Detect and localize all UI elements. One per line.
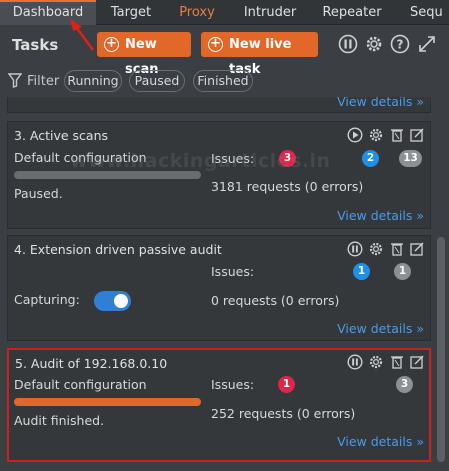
trash-icon <box>391 356 403 369</box>
page-title: Tasks <box>12 36 59 54</box>
task-card: View details » <box>7 97 431 113</box>
progress-bar <box>14 171 201 179</box>
task-card: 3. Active scans Default configuration Pa… <box>7 121 431 229</box>
gear-icon <box>369 128 383 142</box>
info-issues-badge: 13 <box>399 150 422 167</box>
issues-label: Issues: <box>211 151 255 166</box>
filter-icon <box>8 73 22 88</box>
high-issues-badge: 1 <box>278 376 295 393</box>
task-status: Paused. <box>14 186 63 201</box>
filter-label: Filter <box>27 74 60 89</box>
task-title: 5. Audit of 192.168.0.10 <box>15 356 168 371</box>
scrollbar[interactable] <box>437 237 445 462</box>
filter-finished-chip[interactable]: Finished <box>193 70 253 92</box>
task-config: Default configuration <box>14 377 147 392</box>
trash-icon <box>391 243 403 256</box>
issues-label: Issues: <box>211 377 255 392</box>
popout-icon <box>410 242 424 256</box>
plus-icon: + <box>104 37 119 52</box>
view-details-link[interactable]: View details » <box>337 97 424 109</box>
pause-all-icon[interactable] <box>338 34 358 54</box>
progress-bar <box>14 398 201 406</box>
plus-icon: + <box>208 37 223 52</box>
request-count: 252 requests (0 errors) <box>211 406 356 421</box>
play-icon <box>347 127 363 143</box>
filter-paused-chip[interactable]: Paused <box>129 70 185 92</box>
filter-bar: Filter Running Paused Finished <box>0 67 449 95</box>
view-details-link[interactable]: View details » <box>337 321 424 336</box>
gear-icon <box>369 242 383 256</box>
help-icon[interactable]: ? <box>390 34 410 54</box>
task-status: Audit finished. <box>14 413 105 428</box>
new-live-task-button[interactable]: + New live task <box>201 32 318 77</box>
svg-text:?: ? <box>397 38 404 52</box>
expand-icon[interactable] <box>417 34 437 54</box>
request-count: 0 requests (0 errors) <box>211 293 340 308</box>
pause-icon <box>347 241 363 257</box>
info-issues-badge: 1 <box>394 263 411 280</box>
task-title: 4. Extension driven passive audit <box>14 242 222 257</box>
task-card-selected[interactable]: 5. Audit of 192.168.0.10 Default configu… <box>7 348 431 462</box>
capturing-label: Capturing: <box>14 292 80 307</box>
medium-issues-badge: 2 <box>362 150 379 167</box>
high-issues-badge: 3 <box>279 150 296 167</box>
view-details-link[interactable]: View details » <box>337 434 424 449</box>
gear-icon[interactable] <box>364 34 384 54</box>
task-config: Default configuration <box>14 150 147 165</box>
task-list: View details » 3. Active scans Default c… <box>0 97 449 471</box>
filter-running-chip[interactable]: Running <box>64 70 122 92</box>
task-actions <box>347 127 424 143</box>
task-card: 4. Extension driven passive audit Issues… <box>7 235 431 341</box>
request-count: 3181 requests (0 errors) <box>211 179 364 194</box>
task-actions <box>347 354 424 370</box>
trash-icon <box>391 129 403 142</box>
pause-icon <box>347 354 363 370</box>
issues-label: Issues: <box>211 264 255 279</box>
medium-issues-badge: 1 <box>353 263 370 280</box>
task-title: 3. Active scans <box>14 128 109 143</box>
gear-icon <box>369 355 383 369</box>
capturing-toggle[interactable] <box>94 291 131 311</box>
new-scan-button[interactable]: + New scan <box>97 32 191 77</box>
popout-icon <box>410 355 424 369</box>
task-actions <box>347 241 424 257</box>
popout-icon <box>410 128 424 142</box>
view-details-link[interactable]: View details » <box>337 208 424 223</box>
tasks-header: Tasks + New scan + New live task ? <box>0 26 449 77</box>
info-issues-badge: 3 <box>396 376 413 393</box>
